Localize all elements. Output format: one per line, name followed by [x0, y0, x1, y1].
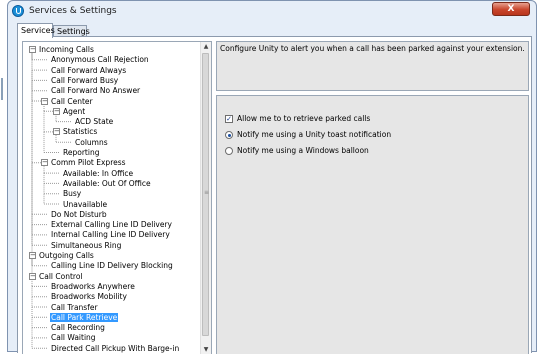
tree-item[interactable]: Statistics	[62, 127, 98, 136]
tree-item[interactable]: Available: Out Of Office	[62, 179, 152, 188]
tree-item[interactable]: Do Not Disturb	[50, 210, 108, 219]
scroll-down-arrow-icon[interactable]: ▼	[201, 345, 211, 354]
tree-item[interactable]: Call Control	[38, 272, 84, 281]
tree-item[interactable]: Call Recording	[50, 323, 106, 332]
tree-expander-icon[interactable]: −	[29, 46, 36, 53]
tree-scrollbar[interactable]: ▲ ≡ ▼	[200, 42, 211, 354]
tree-item[interactable]: Internal Calling Line ID Delivery	[50, 230, 171, 239]
service-description: Configure Unity to alert you when a call…	[216, 41, 529, 91]
tree-item[interactable]: Incoming Calls	[38, 45, 95, 54]
tree-item[interactable]: Call Forward No Answer	[50, 86, 141, 95]
allow-retrieve-checkbox[interactable]: ✓	[225, 115, 233, 123]
tree-item[interactable]: Call Waiting	[50, 333, 97, 342]
service-options-panel: ✓ Allow me to to retrieve parked calls N…	[216, 95, 529, 354]
notify-balloon-radio[interactable]	[225, 147, 233, 155]
allow-retrieve-label[interactable]: Allow me to to retrieve parked calls	[237, 114, 370, 124]
services-tree[interactable]: − Incoming Calls Anonymous Call Rejection C…	[22, 41, 212, 354]
tree-item[interactable]: Calling Line ID Delivery Blocking	[50, 261, 174, 270]
tree-expander-icon[interactable]: −	[29, 272, 36, 280]
unity-app-icon	[12, 5, 24, 17]
tree-item[interactable]: Call Forward Busy	[50, 76, 119, 85]
tab-services[interactable]: Services	[17, 23, 55, 38]
tree-item[interactable]: Busy	[62, 189, 82, 198]
window-title: Services & Settings	[29, 6, 117, 16]
tree-item[interactable]: Call Park Retrieve	[50, 312, 119, 322]
tree-item[interactable]: Outgoing Calls	[38, 251, 95, 260]
tree-item[interactable]: Broadworks Anywhere	[50, 282, 136, 291]
tree-item[interactable]: Call Forward Always	[50, 66, 127, 75]
tree-expander-icon[interactable]: −	[29, 252, 36, 259]
services-settings-window: Services & Settings X Services Settings …	[7, 0, 537, 354]
scroll-up-arrow-icon[interactable]: ▲	[201, 42, 211, 52]
title-bar[interactable]: Services & Settings X	[8, 1, 536, 23]
tree-item[interactable]: Columns	[74, 138, 109, 147]
scroll-thumb[interactable]: ≡	[202, 53, 209, 336]
tree-item[interactable]: Call Transfer	[50, 303, 99, 312]
tree-item[interactable]: Comm Pilot Express	[50, 158, 127, 167]
tree-item[interactable]: Agent	[62, 107, 86, 116]
services-tab-panel: − Incoming Calls Anonymous Call Rejection C…	[17, 36, 532, 354]
tree-item[interactable]: Call Center	[50, 97, 94, 106]
tree-expander-icon[interactable]: −	[53, 107, 60, 115]
tree-item[interactable]: Available: In Office	[62, 169, 134, 178]
notify-balloon-label[interactable]: Notify me using a Windows balloon	[237, 146, 369, 156]
notify-toast-label[interactable]: Notify me using a Unity toast notificati…	[237, 130, 391, 140]
tree-item[interactable]: Anonymous Call Rejection	[50, 55, 150, 64]
tree-item[interactable]: Directed Call Pickup With Barge-in	[50, 344, 180, 353]
tree-expander-icon[interactable]: −	[53, 128, 60, 136]
left-edge	[0, 0, 7, 352]
notify-toast-radio[interactable]	[225, 131, 233, 139]
tree-item[interactable]: Reporting	[62, 148, 100, 157]
edge-marker	[1, 78, 3, 100]
scroll-grip-icon: ≡	[204, 189, 210, 196]
tree-item[interactable]: Simultaneous Ring	[50, 241, 122, 250]
tree-expander-icon[interactable]: −	[41, 159, 48, 167]
tree-item[interactable]: Broadworks Mobility	[50, 292, 128, 301]
tree-item[interactable]: External Calling Line ID Delivery	[50, 220, 173, 229]
tree-item[interactable]: Unavailable	[62, 200, 108, 209]
tree-expander-icon[interactable]: −	[41, 97, 48, 105]
close-button[interactable]: X	[492, 2, 530, 16]
tree-item[interactable]: ACD State	[74, 117, 114, 126]
